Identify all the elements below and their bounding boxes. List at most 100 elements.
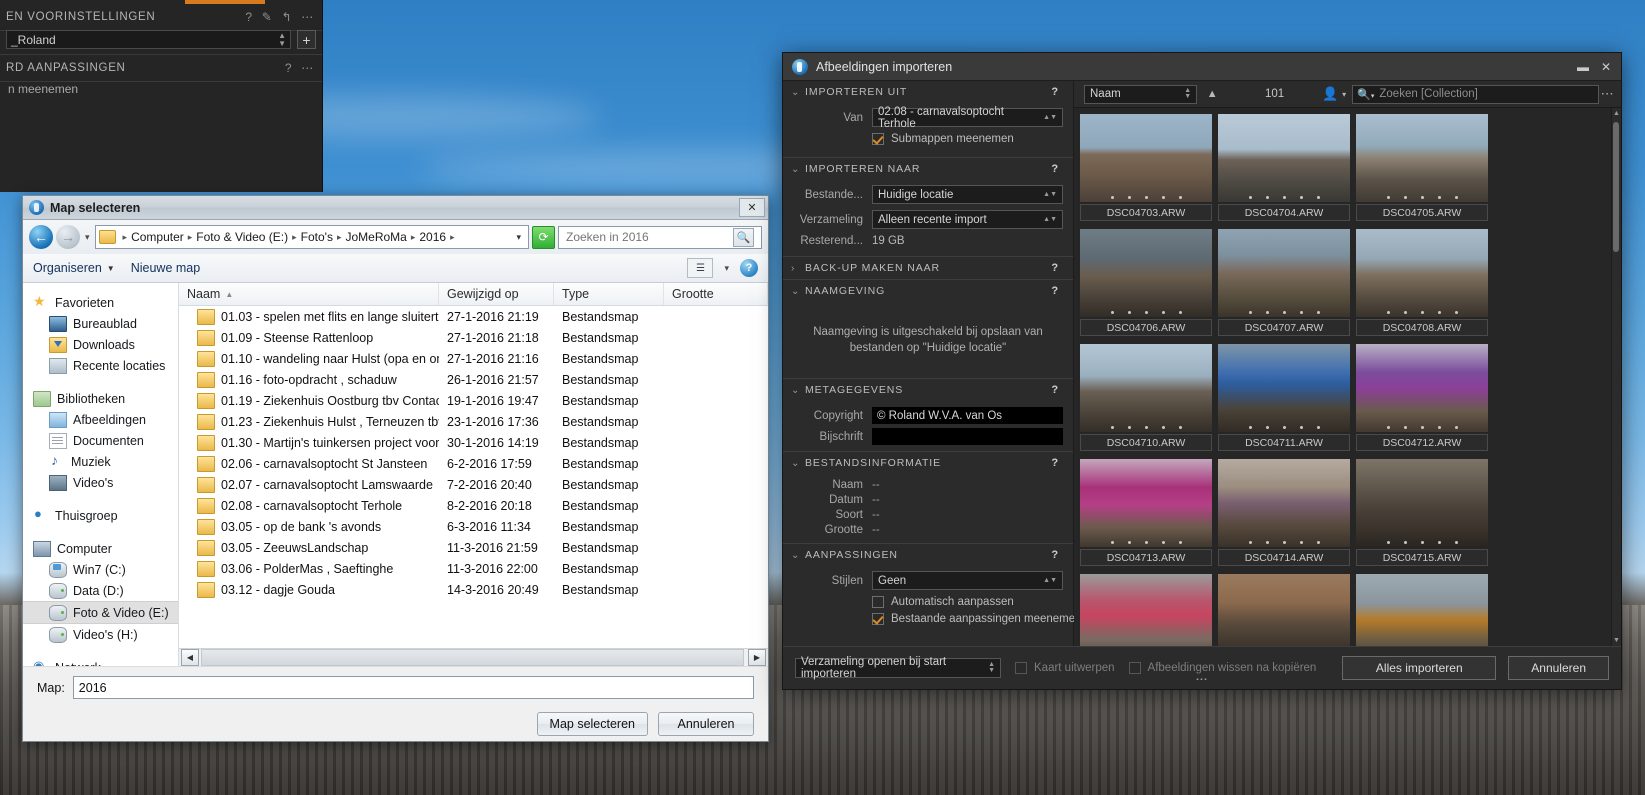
chevron-updown-icon[interactable]: ▲▼ xyxy=(1043,217,1057,223)
more-icon[interactable]: ⋯ xyxy=(301,10,314,24)
help-icon[interactable]: ? xyxy=(1051,163,1059,175)
nav-item-documenten[interactable]: Documenten xyxy=(23,430,178,451)
rating-dots[interactable] xyxy=(1356,426,1488,429)
column-header-type[interactable]: Type xyxy=(554,283,664,305)
breadcrumb-fotos[interactable]: ▸Foto's xyxy=(288,230,333,244)
rating-dots[interactable] xyxy=(1218,196,1350,199)
copyright-field[interactable]: © Roland W.V.A. van Os xyxy=(872,407,1063,424)
table-row[interactable]: 01.10 - wandeling naar Hulst (opa en oma… xyxy=(179,348,768,369)
thumbnail-image[interactable] xyxy=(1080,229,1212,317)
thumbnail-image[interactable] xyxy=(1356,574,1488,646)
help-icon[interactable]: ? xyxy=(1051,285,1059,297)
table-row[interactable]: 02.06 - carnavalsoptocht St Jansteen6-2-… xyxy=(179,453,768,474)
nav-item-computer[interactable]: Computer xyxy=(23,538,178,559)
table-row[interactable]: 01.09 - Steense Rattenloop27-1-2016 21:1… xyxy=(179,327,768,348)
rating-dots[interactable] xyxy=(1218,426,1350,429)
import-titlebar[interactable]: Afbeeldingen importeren ▬ ✕ xyxy=(783,53,1621,81)
auto-aanpassen-row[interactable]: Automatisch aanpassen xyxy=(789,596,1063,608)
help-icon[interactable]: ? xyxy=(1051,384,1059,396)
explorer-titlebar[interactable]: Map selecteren ✕ xyxy=(23,196,768,220)
auto-aanpassen-checkbox[interactable] xyxy=(872,596,884,608)
thumbnail-image[interactable] xyxy=(1218,344,1350,432)
presets-header-icons[interactable]: ? ✎ ↰ ⋯ xyxy=(245,10,322,24)
rating-dots[interactable] xyxy=(1080,541,1212,544)
more-icon[interactable]: ⋯ xyxy=(783,672,1621,686)
undo-icon[interactable]: ↰ xyxy=(282,10,293,24)
submappen-row[interactable]: Submappen meenemen xyxy=(789,133,1063,145)
scroll-left-icon[interactable]: ◀ xyxy=(181,649,199,666)
thumbnail-image[interactable] xyxy=(1356,114,1488,202)
breadcrumb-foto-video[interactable]: ▸Foto & Video (E:) xyxy=(184,230,288,244)
thumbnail-image[interactable] xyxy=(1080,114,1212,202)
section-header-importeren-uit[interactable]: ⌄ IMPORTEREN UIT ? xyxy=(783,81,1073,103)
help-icon[interactable]: ? xyxy=(740,259,758,277)
rating-dots[interactable] xyxy=(1218,311,1350,314)
organize-menu[interactable]: Organiseren ▼ xyxy=(33,261,115,275)
person-icon[interactable]: 👤▾ xyxy=(1322,86,1352,102)
breadcrumb-overflow-icon[interactable]: ▾ xyxy=(516,232,525,243)
table-row[interactable]: 02.08 - carnavalsoptocht Terhole8-2-2016… xyxy=(179,495,768,516)
table-row[interactable]: 03.05 - op de bank 's avonds6-3-2016 11:… xyxy=(179,516,768,537)
chevron-updown-icon[interactable]: ▲▼ xyxy=(1043,578,1057,584)
preset-dropdown[interactable]: _Roland ▲▼ xyxy=(6,30,291,49)
nav-item-bureaublad[interactable]: Bureaublad xyxy=(23,313,178,334)
adjustments-option-row[interactable]: n meenemen xyxy=(0,82,322,96)
adjustments-header-icons[interactable]: ? ⋯ xyxy=(285,61,322,75)
thumbnail-cell[interactable]: DSC04712.ARW xyxy=(1356,344,1488,451)
nav-item-recente-locaties[interactable]: Recente locaties xyxy=(23,355,178,376)
table-row[interactable]: 01.23 - Ziekenhuis Hulst , Terneuzen tbv… xyxy=(179,411,768,432)
nav-item-bibliotheken[interactable]: Bibliotheken xyxy=(23,388,178,409)
recent-pages-dropdown[interactable]: ▾ xyxy=(83,232,92,243)
section-header-aanpassingen[interactable]: ⌄ AANPASSINGEN ? ⋯ xyxy=(783,543,1073,566)
back-button[interactable]: ← xyxy=(29,225,53,249)
nav-item-downloads[interactable]: Downloads xyxy=(23,334,178,355)
rating-dots[interactable] xyxy=(1080,311,1212,314)
thumbnail-image[interactable] xyxy=(1356,459,1488,547)
folder-input[interactable]: 2016 xyxy=(73,676,754,699)
rating-dots[interactable] xyxy=(1356,541,1488,544)
sort-direction-icon[interactable]: ▲ xyxy=(1197,88,1227,100)
rating-dots[interactable] xyxy=(1356,311,1488,314)
bijschrift-field[interactable] xyxy=(872,428,1063,445)
scroll-up-icon[interactable]: ▲ xyxy=(1612,110,1621,117)
thumbnail-cell[interactable]: DSC04714.ARW xyxy=(1218,459,1350,566)
eject-card-checkbox[interactable] xyxy=(1015,662,1027,674)
section-header-backup[interactable]: › BACK-UP MAKEN NAAR ? xyxy=(783,256,1073,279)
help-icon[interactable]: ? xyxy=(1051,262,1059,274)
thumbnail-cell[interactable]: DSC04713.ARW xyxy=(1080,459,1212,566)
help-icon[interactable]: ? xyxy=(1051,457,1059,469)
chevron-updown-icon[interactable]: ▲▼ xyxy=(1184,88,1191,100)
view-mode-dropdown-icon[interactable]: ▾ xyxy=(722,263,731,274)
thumbnail-image[interactable] xyxy=(1080,574,1212,646)
thumbnail-image[interactable] xyxy=(1080,344,1212,432)
section-header-bestandsinformatie[interactable]: ⌄ BESTANDSINFORMATIE ? xyxy=(783,451,1073,474)
thumbnail-image[interactable] xyxy=(1356,344,1488,432)
breadcrumb-computer[interactable]: ▸Computer xyxy=(119,230,184,244)
chevron-down-icon[interactable]: ⌄ xyxy=(791,458,805,469)
chevron-updown-icon[interactable]: ▲▼ xyxy=(1043,192,1057,198)
forward-button[interactable]: → xyxy=(56,225,80,249)
horizontal-scrollbar[interactable]: ◀ ▶ xyxy=(179,648,768,666)
search-icon[interactable]: 🔍 xyxy=(733,228,754,247)
scroll-track[interactable] xyxy=(201,649,744,666)
help-icon[interactable]: ? xyxy=(245,10,252,24)
table-row[interactable]: 01.19 - Ziekenhuis Oostburg tbv Contactl… xyxy=(179,390,768,411)
nav-item-win7-c[interactable]: Win7 (C:) xyxy=(23,559,178,580)
scroll-down-icon[interactable]: ▼ xyxy=(1612,637,1621,644)
close-button[interactable]: ✕ xyxy=(739,198,765,217)
new-folder-button[interactable]: Nieuwe map xyxy=(131,261,200,275)
column-header-naam[interactable]: Naam ▲ xyxy=(179,283,439,305)
minimize-button[interactable]: ▬ xyxy=(1577,60,1589,74)
verzameling-dropdown[interactable]: Alleen recente import ▲▼ xyxy=(872,210,1063,229)
van-dropdown[interactable]: 02.08 - carnavalsoptocht Terhole ▲▼ xyxy=(872,108,1063,127)
thumbnail-image[interactable] xyxy=(1218,459,1350,547)
chevron-right-icon[interactable]: › xyxy=(791,263,805,274)
thumbnail-cell[interactable]: DSC04717.ARW xyxy=(1218,574,1350,646)
nav-item-foto-video-e[interactable]: Foto & Video (E:) xyxy=(23,601,178,624)
rating-dots[interactable] xyxy=(1218,541,1350,544)
thumbnail-image[interactable] xyxy=(1218,574,1350,646)
nav-item-netwerk[interactable]: Netwerk xyxy=(23,657,178,666)
nav-item-muziek[interactable]: Muziek xyxy=(23,451,178,472)
explorer-search[interactable]: 🔍 xyxy=(558,226,762,249)
chevron-down-icon[interactable]: ⌄ xyxy=(791,385,805,396)
